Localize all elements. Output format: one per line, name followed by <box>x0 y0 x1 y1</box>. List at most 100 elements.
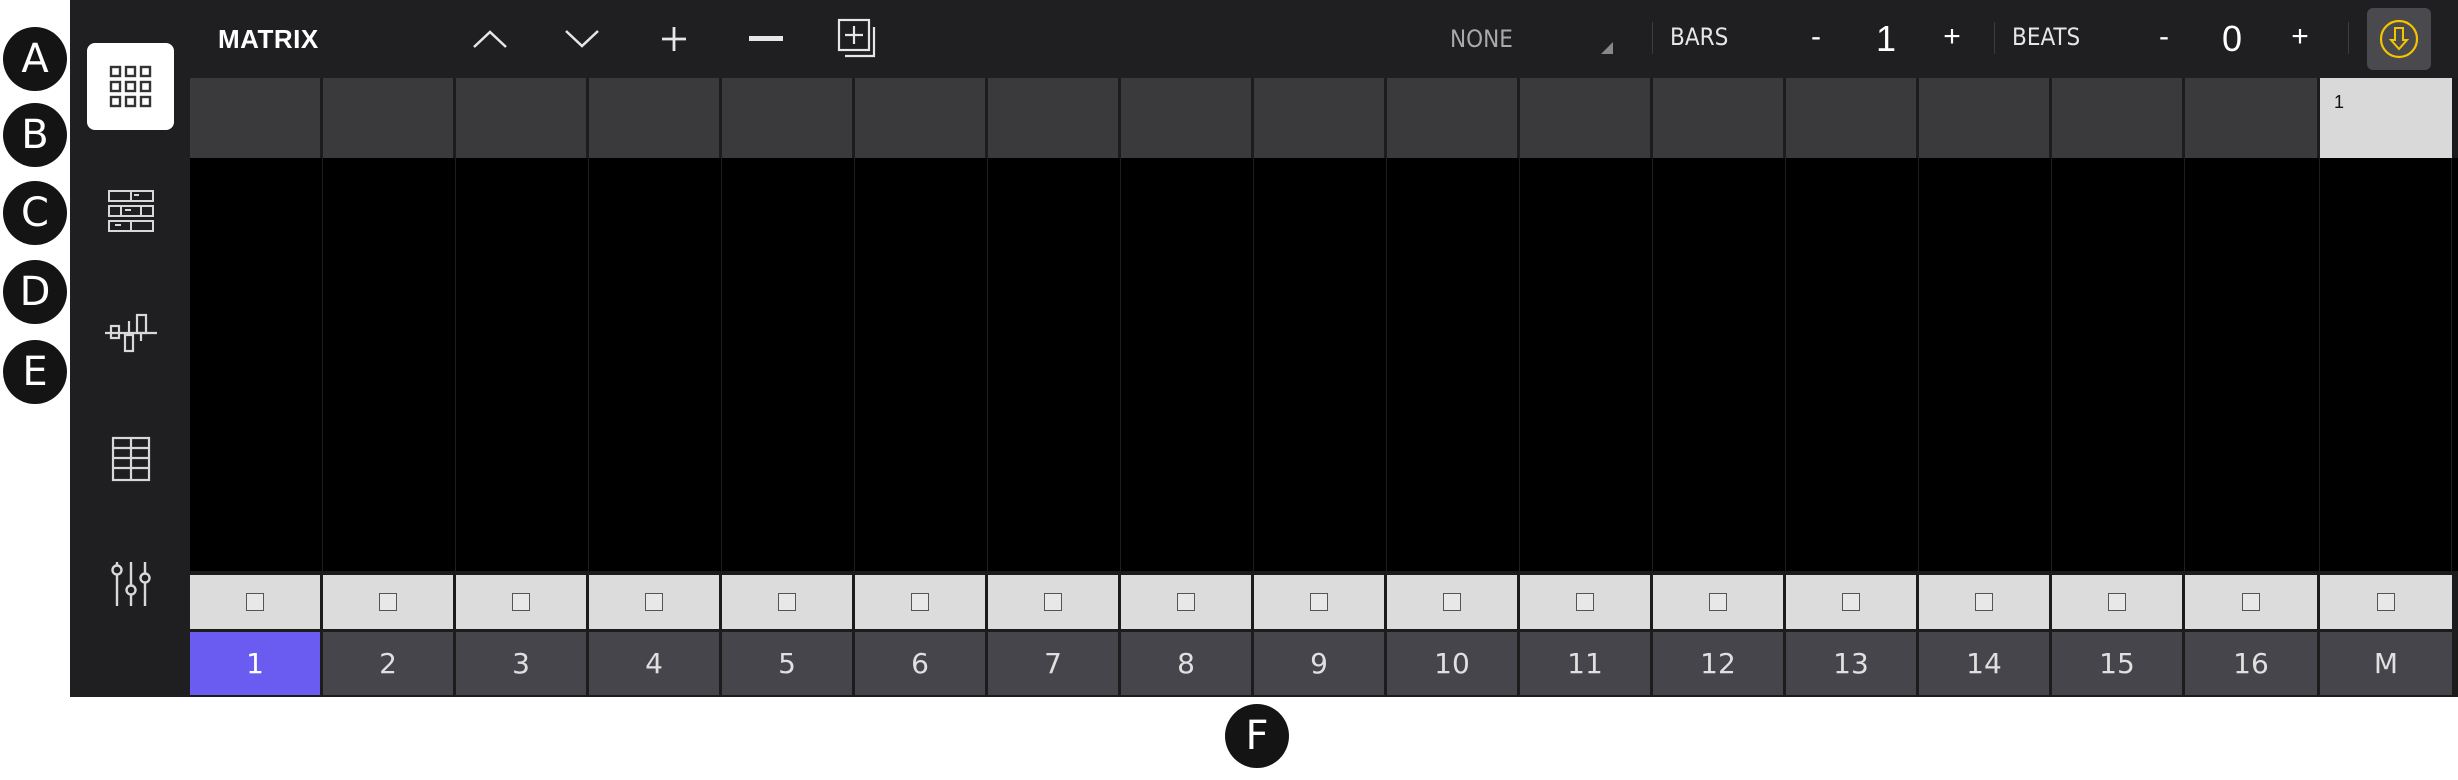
track-number-button[interactable]: 2 <box>323 632 456 695</box>
clip-column[interactable] <box>1520 158 1653 571</box>
quantize-select[interactable]: NONE <box>1450 0 1600 78</box>
matrix-grid: 1 1 2 3 4 5 6 7 8 9 10 11 12 13 14 15 16 M <box>190 78 2458 697</box>
scene-header-cell[interactable] <box>855 78 988 158</box>
track-number-button[interactable]: 14 <box>1919 632 2052 695</box>
track-checkbox[interactable] <box>1975 593 1993 611</box>
clip-column[interactable] <box>2320 158 2452 571</box>
move-up-button[interactable] <box>460 0 520 78</box>
track-number-button[interactable]: 12 <box>1653 632 1786 695</box>
remove-button[interactable] <box>736 0 796 78</box>
quantize-value: NONE <box>1450 25 1513 53</box>
clip-column[interactable] <box>1387 158 1520 571</box>
beats-decrement-button[interactable]: - <box>2144 0 2184 76</box>
clip-column[interactable] <box>2052 158 2185 571</box>
track-number-button[interactable]: 6 <box>855 632 988 695</box>
beats-increment-button[interactable]: + <box>2280 0 2320 76</box>
track-checkbox[interactable] <box>1044 593 1062 611</box>
track-checkbox[interactable] <box>246 593 264 611</box>
clip-column[interactable] <box>1653 158 1786 571</box>
clip-column[interactable] <box>456 158 589 571</box>
scene-header-cell[interactable] <box>1786 78 1919 158</box>
master-track-button[interactable]: M <box>2320 632 2452 695</box>
clip-column[interactable] <box>2185 158 2320 571</box>
track-checkbox[interactable] <box>2108 593 2126 611</box>
track-checkbox[interactable] <box>1443 593 1461 611</box>
track-checkbox[interactable] <box>1842 593 1860 611</box>
track-select-cell <box>589 575 722 629</box>
sidebar-item-sequencer[interactable] <box>87 167 174 254</box>
track-number-button[interactable]: 1 <box>190 632 323 695</box>
sidebar-item-mixer[interactable] <box>87 540 174 627</box>
track-checkbox[interactable] <box>645 593 663 611</box>
track-checkbox[interactable] <box>2242 593 2260 611</box>
track-select-cell <box>1121 575 1254 629</box>
scene-header-cell[interactable] <box>190 78 323 158</box>
bars-decrement-button[interactable]: - <box>1796 0 1836 76</box>
scene-header-cell[interactable] <box>2185 78 2320 158</box>
move-down-button[interactable] <box>552 0 612 78</box>
track-checkbox[interactable] <box>778 593 796 611</box>
scene-header-cell[interactable] <box>2052 78 2185 158</box>
clip-column[interactable] <box>1121 158 1254 571</box>
track-number-button[interactable]: 13 <box>1786 632 1919 695</box>
clip-column[interactable] <box>988 158 1121 571</box>
track-number-button[interactable]: 3 <box>456 632 589 695</box>
track-checkbox[interactable] <box>512 593 530 611</box>
track-number-button[interactable]: 9 <box>1254 632 1387 695</box>
track-number-button[interactable]: 4 <box>589 632 722 695</box>
track-checkbox[interactable] <box>1310 593 1328 611</box>
scene-header-cell[interactable] <box>1520 78 1653 158</box>
master-scene-slot[interactable]: 1 <box>2320 78 2452 158</box>
track-checkbox[interactable] <box>1709 593 1727 611</box>
chevron-down-icon <box>565 30 599 48</box>
scene-header-cell[interactable] <box>323 78 456 158</box>
chevron-up-icon <box>473 30 507 48</box>
track-checkbox[interactable] <box>2377 593 2395 611</box>
track-number-button[interactable]: 15 <box>2052 632 2185 695</box>
track-number-button[interactable]: 11 <box>1520 632 1653 695</box>
download-button[interactable] <box>2367 8 2431 70</box>
list-icon <box>111 436 150 481</box>
track-select-cell <box>988 575 1121 629</box>
clip-column[interactable] <box>323 158 456 571</box>
sidebar-item-list[interactable] <box>87 415 174 502</box>
scene-header-cell[interactable] <box>589 78 722 158</box>
clip-column[interactable] <box>190 158 323 571</box>
clip-area <box>190 158 2458 571</box>
scene-header-cell[interactable] <box>1254 78 1387 158</box>
sidebar-item-step[interactable] <box>87 290 174 377</box>
track-checkbox[interactable] <box>1576 593 1594 611</box>
grid-icon <box>109 65 151 107</box>
track-number-button[interactable]: 8 <box>1121 632 1254 695</box>
track-number-button[interactable]: 5 <box>722 632 855 695</box>
track-select-cell <box>1520 575 1653 629</box>
track-select-cell <box>323 575 456 629</box>
sidebar-item-matrix[interactable] <box>87 43 174 130</box>
track-number-button[interactable]: 7 <box>988 632 1121 695</box>
add-layer-button[interactable] <box>828 0 888 78</box>
track-checkbox[interactable] <box>911 593 929 611</box>
clip-column[interactable] <box>1919 158 2052 571</box>
scene-header-cell[interactable] <box>722 78 855 158</box>
callout-c: C <box>3 181 67 245</box>
scene-header-cell[interactable] <box>988 78 1121 158</box>
track-checkbox[interactable] <box>379 593 397 611</box>
scene-header-cell[interactable] <box>1121 78 1254 158</box>
track-checkbox[interactable] <box>1177 593 1195 611</box>
clip-column[interactable] <box>1786 158 1919 571</box>
divider <box>1994 22 1995 54</box>
clip-column[interactable] <box>722 158 855 571</box>
clip-column[interactable] <box>855 158 988 571</box>
scene-header-cell[interactable] <box>1919 78 2052 158</box>
bars-increment-button[interactable]: + <box>1932 0 1972 76</box>
scene-header-cell[interactable] <box>1387 78 1520 158</box>
bars-label: BARS <box>1670 23 1729 51</box>
track-number-button[interactable]: 16 <box>2185 632 2320 695</box>
track-select-cell <box>855 575 988 629</box>
clip-column[interactable] <box>1254 158 1387 571</box>
clip-column[interactable] <box>589 158 722 571</box>
scene-header-cell[interactable] <box>1653 78 1786 158</box>
scene-header-cell[interactable] <box>456 78 589 158</box>
track-number-button[interactable]: 10 <box>1387 632 1520 695</box>
add-button[interactable] <box>644 0 704 78</box>
